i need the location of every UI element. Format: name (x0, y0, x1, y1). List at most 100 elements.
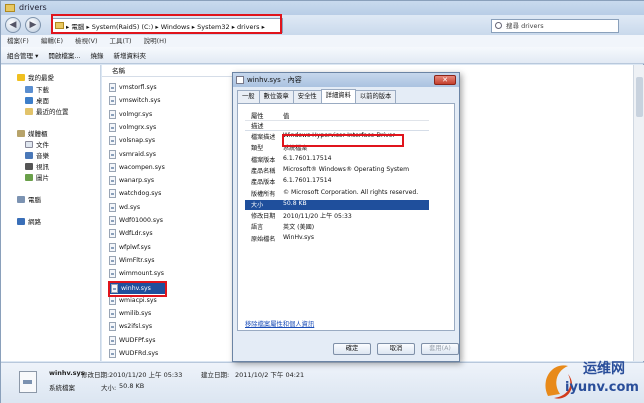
new-folder-button[interactable]: 新增資料夾 (114, 50, 147, 60)
system-file-icon (109, 176, 116, 186)
window-title: drivers (19, 3, 47, 12)
column-property[interactable]: 屬性 (245, 111, 283, 120)
file-item[interactable]: vmswitch.sys (109, 96, 161, 106)
scrollbar-thumb[interactable] (636, 77, 643, 117)
file-item[interactable]: watchdog.sys (109, 189, 161, 199)
tab-previous-versions[interactable]: 以前的版本 (354, 90, 397, 103)
file-item[interactable]: wacompen.sys (109, 162, 165, 172)
nav-label: 桌面 (36, 97, 49, 105)
file-item[interactable]: WdfLdr.sys (109, 229, 153, 239)
menu-help[interactable]: 說明(H) (144, 35, 167, 47)
open-file-button[interactable]: 開啟檔案... (48, 50, 80, 60)
property-row[interactable]: 檔案版本 6.1.7601.17514 (245, 155, 429, 165)
burn-label: 燒錄 (90, 52, 104, 60)
menu-tools[interactable]: 工具(T) (110, 35, 132, 47)
nav-documents[interactable]: 文件 (25, 139, 49, 149)
file-item[interactable]: WimFltr.sys (109, 255, 155, 265)
property-name: 原始檔名 (251, 235, 276, 243)
nav-favorites[interactable]: 我的最愛 (17, 72, 54, 82)
nav-computer[interactable]: 電腦 (17, 194, 41, 204)
tab-details[interactable]: 詳細資料 (320, 89, 356, 103)
column-value[interactable]: 值 (283, 111, 289, 120)
title-bar: drivers (1, 1, 644, 15)
property-row[interactable]: 產品名稱 Microsoft® Windows® Operating System (245, 166, 429, 176)
search-icon (495, 22, 502, 29)
nav-label: 最近的位置 (36, 108, 69, 116)
nav-desktop[interactable]: 桌面 (25, 95, 49, 105)
file-item[interactable]: vsmraid.sys (109, 149, 156, 159)
file-item[interactable]: ws2ifsl.sys (109, 322, 152, 332)
property-name: 版權所有 (251, 190, 276, 198)
apply-button[interactable]: 套用(A) (421, 343, 459, 355)
details-modified-label: 修改日期: (81, 371, 110, 379)
property-row[interactable]: 大小 50.8 KB (245, 199, 429, 210)
file-item[interactable]: Wdf01000.sys (109, 216, 163, 225)
file-item[interactable]: wanarp.sys (109, 176, 155, 186)
system-file-icon (109, 149, 116, 159)
tab-security[interactable]: 安全性 (292, 90, 322, 103)
file-item[interactable]: volmgrx.sys (109, 122, 156, 132)
nav-music[interactable]: 音樂 (25, 150, 49, 160)
property-row[interactable]: 原始檔名 WinHv.sys (245, 234, 429, 244)
nav-label: 電腦 (28, 196, 41, 204)
file-item[interactable]: WUDFPf.sys (109, 335, 156, 345)
file-name: vmswitch.sys (119, 97, 161, 105)
nav-videos[interactable]: 視訊 (25, 161, 49, 171)
property-row[interactable]: 語言 英文 (美國) (245, 222, 429, 232)
file-item[interactable]: volsnap.sys (109, 136, 155, 146)
music-icon (25, 151, 33, 159)
menu-file[interactable]: 檔案(F) (7, 35, 29, 47)
property-value: 6.1.7601.17514 (283, 177, 332, 185)
system-file-icon (109, 335, 116, 345)
column-label: 名稱 (112, 67, 125, 75)
system-file-icon (109, 309, 116, 319)
download-icon (25, 85, 33, 93)
file-item[interactable]: wd.sys (109, 202, 140, 212)
system-file-icon (109, 229, 116, 239)
property-value: 50.8 KB (283, 199, 307, 207)
file-item[interactable]: volmgr.sys (109, 109, 152, 119)
tab-digital-signatures[interactable]: 數位簽章 (258, 90, 294, 103)
dialog-tabs: 一般 數位簽章 安全性 詳細資料 以前的版本 (237, 89, 397, 103)
menu-edit[interactable]: 編輯(E) (41, 35, 63, 47)
search-input[interactable]: 搜尋 drivers (491, 19, 619, 33)
organize-button[interactable]: 組合管理 ▾ (7, 50, 38, 60)
system-file-icon (109, 322, 116, 332)
cancel-button[interactable]: 取消 (377, 343, 415, 355)
burn-button[interactable]: 燒錄 (91, 50, 104, 60)
nav-label: 我的最愛 (28, 74, 54, 82)
file-name: wanarp.sys (119, 177, 155, 185)
property-name: 檔案描述 (251, 134, 276, 141)
file-item[interactable]: WUDFRd.sys (109, 349, 158, 358)
property-row[interactable]: 修改日期 2010/11/20 上午 05:33 (245, 211, 429, 221)
nav-libraries[interactable]: 媒體櫃 (17, 128, 48, 138)
file-item[interactable]: wfplwf.sys (109, 242, 151, 252)
nav-recent[interactable]: 最近的位置 (25, 106, 69, 116)
vertical-scrollbar[interactable] (633, 65, 644, 361)
nav-downloads[interactable]: 下載 (25, 84, 49, 94)
property-row[interactable]: 產品版本 6.1.7601.17514 (245, 177, 429, 187)
nav-label: 網路 (28, 218, 41, 226)
file-item[interactable]: wimmount.sys (109, 269, 164, 279)
nav-pictures[interactable]: 圖片 (25, 172, 49, 182)
remove-properties-link[interactable]: 移除檔案屬性和個人資訊 (245, 319, 314, 328)
close-button[interactable]: ✕ (434, 75, 456, 85)
nav-network[interactable]: 網路 (17, 216, 41, 226)
back-button[interactable]: ◀ (5, 17, 21, 33)
file-name: WimFltr.sys (119, 256, 155, 264)
property-row[interactable]: 版權所有 © Microsoft Corporation. All rights … (245, 189, 429, 199)
column-header-name[interactable]: 名稱 (102, 65, 232, 77)
search-placeholder: 搜尋 drivers (506, 22, 544, 30)
menu-view[interactable]: 檢視(V) (75, 35, 98, 47)
ok-button[interactable]: 確定 (333, 343, 371, 355)
property-name: 修改日期 (251, 213, 276, 221)
watermark-url: iyunv.com (565, 380, 639, 395)
forward-button[interactable]: ▶ (25, 17, 41, 33)
file-name: WUDFPf.sys (119, 336, 156, 344)
file-item[interactable]: wmilib.sys (109, 309, 151, 319)
file-item[interactable]: vmstorfl.sys (109, 83, 157, 92)
tab-general[interactable]: 一般 (237, 90, 260, 103)
file-item[interactable]: wmiacpi.sys (109, 295, 157, 305)
file-description-highlight-box (282, 134, 404, 147)
nav-label: 視訊 (36, 163, 49, 171)
